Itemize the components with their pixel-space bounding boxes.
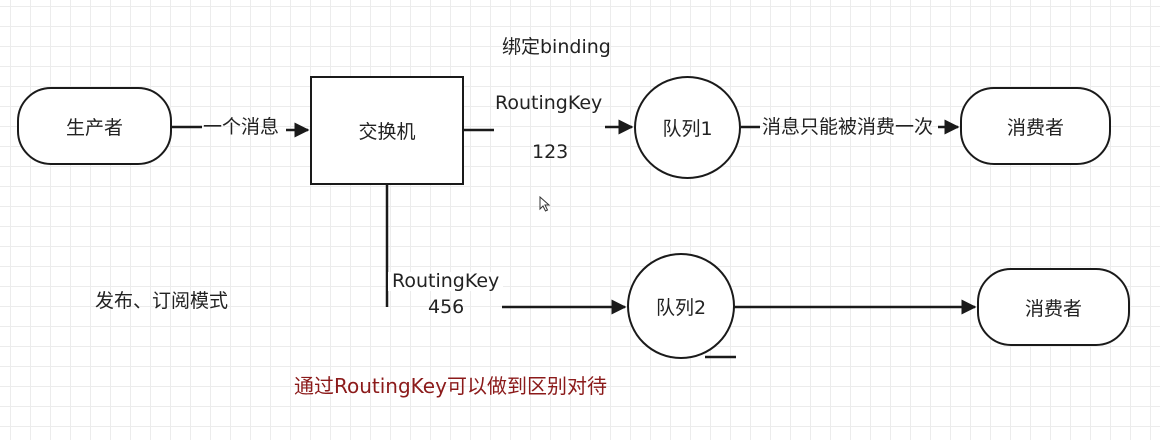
exchange-label: 交换机 (358, 121, 416, 143)
routing-key-1-value: 123 (532, 141, 569, 163)
exchange-node[interactable]: 交换机 (310, 76, 464, 185)
queue1-node[interactable]: 队列1 (634, 76, 741, 179)
routing-key-1-label: RoutingKey (495, 92, 603, 114)
edge-label-consume-once: 消息只能被消费一次 (762, 116, 934, 138)
producer-label: 生产者 (65, 116, 123, 139)
routing-key-2-label: RoutingKey (388, 272, 504, 291)
consumer1-node[interactable]: 消费者 (960, 87, 1111, 165)
edge-label-one-message: 一个消息 (203, 116, 280, 138)
consumer1-label: 消费者 (1006, 116, 1064, 139)
queue2-label: 队列2 (655, 296, 707, 319)
producer-node[interactable]: 生产者 (17, 87, 172, 165)
binding-title: 绑定binding (502, 36, 611, 58)
routing-key-2-value: 456 (428, 296, 465, 318)
pattern-note: 发布、订阅模式 (95, 290, 229, 312)
summary-note: 通过RoutingKey可以做到区别对待 (294, 374, 607, 398)
consumer2-label: 消费者 (1024, 297, 1082, 320)
queue2-node[interactable]: 队列2 (627, 253, 735, 359)
consumer2-node[interactable]: 消费者 (977, 268, 1130, 346)
mouse-cursor-icon (539, 196, 551, 212)
queue1-label: 队列1 (662, 118, 713, 140)
